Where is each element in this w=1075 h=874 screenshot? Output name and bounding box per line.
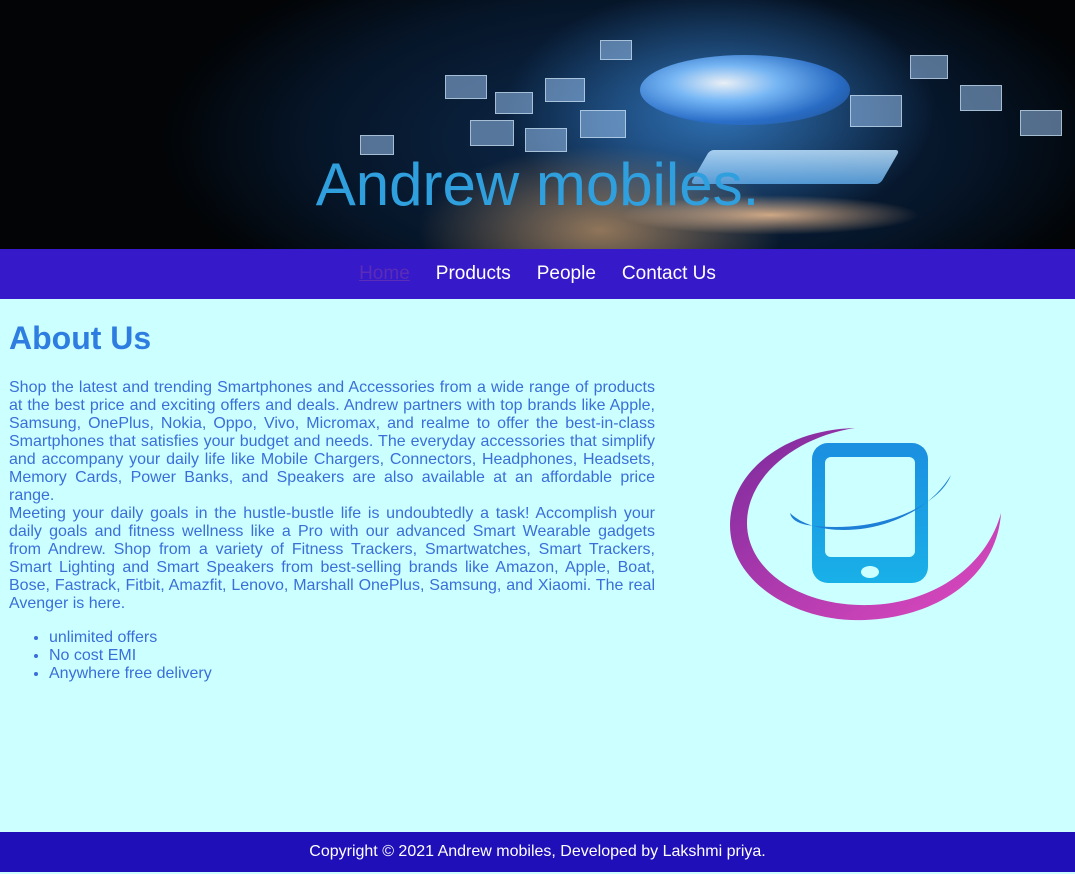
nav-home[interactable]: Home [359,263,410,285]
nav-people[interactable]: People [537,263,596,285]
nav-contact-us[interactable]: Contact Us [622,263,716,285]
globe-graphic [640,55,850,125]
hero-banner: Andrew mobiles. [0,0,1075,249]
copyright-text: Copyright © 2021 Andrew mobiles, Develop… [309,843,766,860]
photo-tile [525,128,567,152]
feature-item: Anywhere free delivery [49,665,212,683]
feature-item: No cost EMI [49,647,212,665]
photo-tile [850,95,902,127]
feature-item: unlimited offers [49,629,212,647]
about-heading: About Us [9,320,152,356]
site-title: Andrew mobiles. [315,151,760,218]
about-paragraph: Meeting your daily goals in the hustle-b… [9,505,655,612]
photo-tile [445,75,487,99]
mobile-phone-logo-icon [730,428,1001,621]
nav-products[interactable]: Products [436,263,511,285]
main-nav: Home Products People Contact Us [0,249,1075,299]
about-paragraph: Shop the latest and trending Smartphones… [9,379,655,504]
photo-tile [960,85,1002,111]
photo-tile [910,55,948,79]
feature-list: unlimited offers No cost EMI Anywhere fr… [9,629,212,683]
footer: Copyright © 2021 Andrew mobiles, Develop… [0,832,1075,872]
photo-tile [1020,110,1062,136]
about-text: Shop the latest and trending Smartphones… [9,379,655,613]
photo-tile [580,110,626,138]
photo-tile [545,78,585,102]
photo-tile [470,120,514,146]
photo-tile [495,92,533,114]
photo-tile [600,40,632,60]
